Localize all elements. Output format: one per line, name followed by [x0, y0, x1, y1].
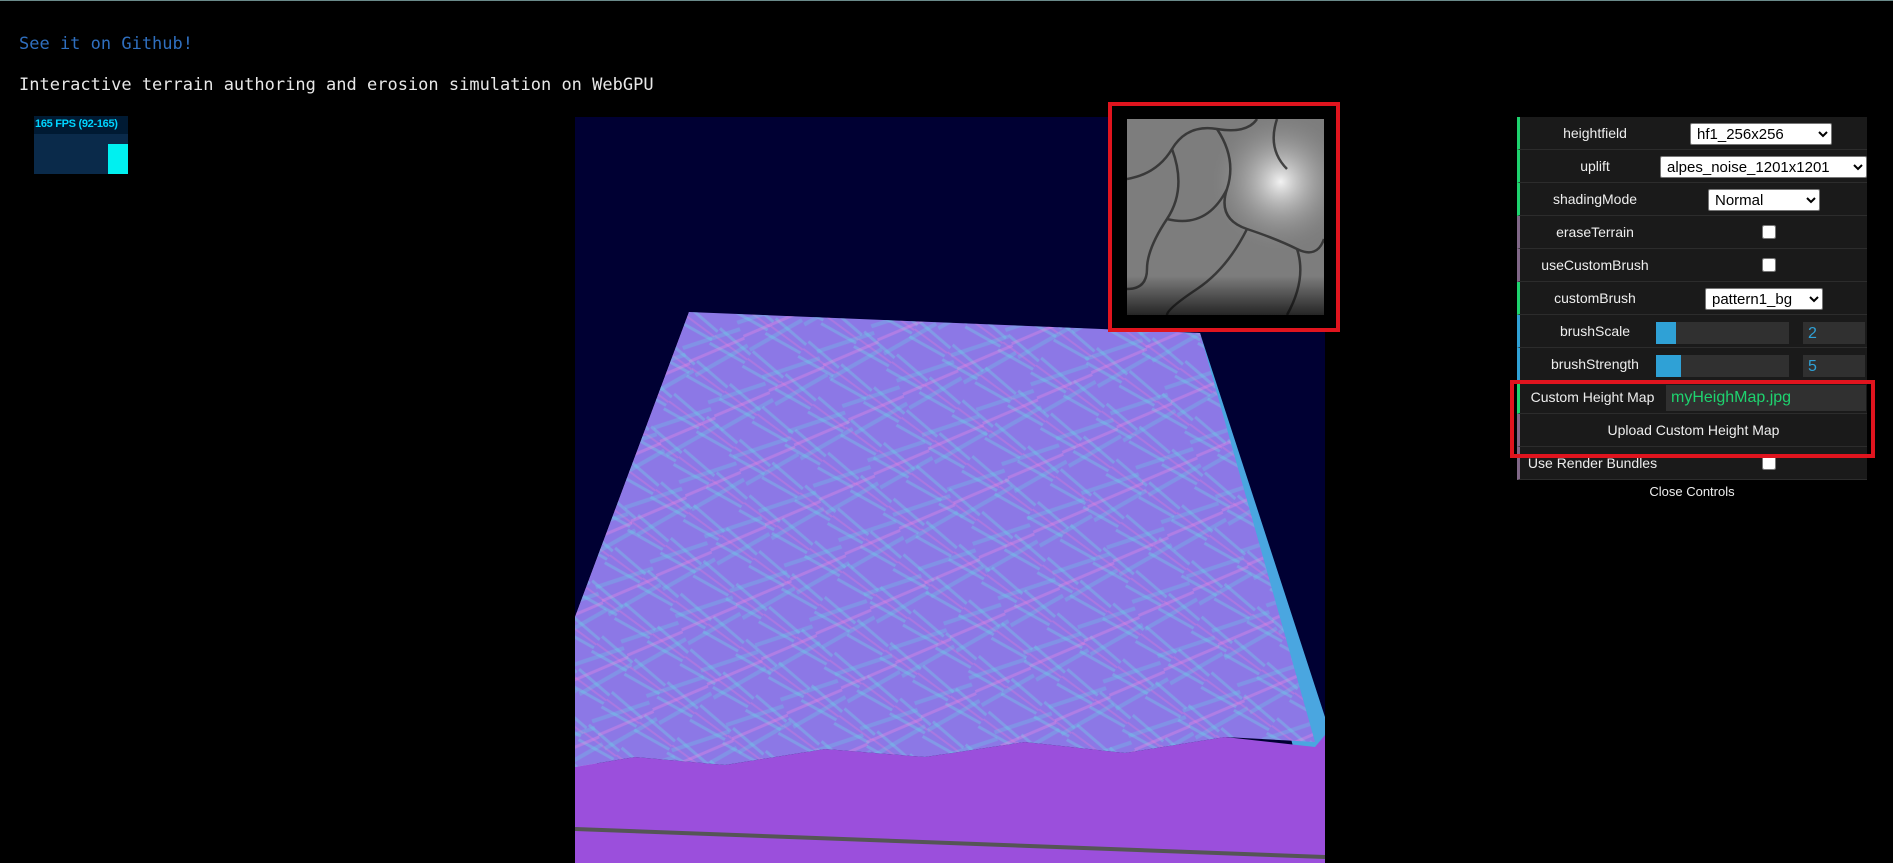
brush-scale-label: brushScale	[1559, 323, 1631, 339]
heightfield-row: heightfield hf1_256x256	[1517, 117, 1867, 150]
github-link[interactable]: See it on Github!	[19, 34, 193, 54]
brush-scale-slider-fill	[1656, 322, 1676, 344]
custom-height-map-highlight	[1510, 380, 1875, 458]
custom-brush-select[interactable]: pattern1_bg	[1705, 288, 1823, 310]
brush-scale-slider[interactable]	[1656, 322, 1789, 344]
erase-terrain-label: eraseTerrain	[1556, 224, 1634, 240]
custom-brush-label: customBrush	[1554, 290, 1636, 306]
custom-brush-row: customBrush pattern1_bg	[1517, 282, 1867, 315]
brush-strength-input[interactable]: 5	[1803, 355, 1865, 377]
brush-scale-input[interactable]: 2	[1803, 322, 1865, 344]
heightmap-preview-highlight	[1108, 102, 1340, 332]
brush-strength-slider-fill	[1656, 355, 1682, 377]
erase-terrain-checkbox[interactable]	[1762, 225, 1776, 239]
uplift-select[interactable]: alpes_noise_1201x1201	[1660, 156, 1867, 178]
brush-strength-row: brushStrength 5	[1517, 348, 1867, 381]
shading-mode-select[interactable]: Normal	[1708, 189, 1820, 211]
use-custom-brush-label: useCustomBrush	[1541, 257, 1649, 273]
brush-strength-label: brushStrength	[1551, 356, 1639, 372]
fps-graph	[34, 134, 128, 174]
close-controls-button[interactable]: Close Controls	[1517, 480, 1867, 504]
fps-label: 165 FPS (92-165)	[35, 118, 118, 130]
uplift-row: uplift alpes_noise_1201x1201	[1517, 150, 1867, 183]
shading-mode-label: shadingMode	[1552, 191, 1638, 207]
fps-bar	[108, 144, 128, 174]
fps-meter[interactable]: 165 FPS (92-165)	[34, 116, 128, 174]
page-subtitle: Interactive terrain authoring and erosio…	[19, 75, 654, 95]
use-custom-brush-row: useCustomBrush	[1517, 249, 1867, 282]
brush-scale-row: brushScale 2	[1517, 315, 1867, 348]
use-render-bundles-checkbox[interactable]	[1762, 456, 1776, 470]
heightmap-preview	[1127, 119, 1324, 315]
erase-terrain-row: eraseTerrain	[1517, 216, 1867, 249]
uplift-label: uplift	[1580, 158, 1610, 174]
heightfield-select[interactable]: hf1_256x256	[1690, 123, 1832, 145]
brush-strength-slider[interactable]	[1656, 355, 1789, 377]
heightfield-label: heightfield	[1563, 125, 1627, 141]
terrain-texture-overlay	[575, 312, 1315, 767]
shading-mode-row: shadingMode Normal	[1517, 183, 1867, 216]
use-custom-brush-checkbox[interactable]	[1762, 258, 1776, 272]
